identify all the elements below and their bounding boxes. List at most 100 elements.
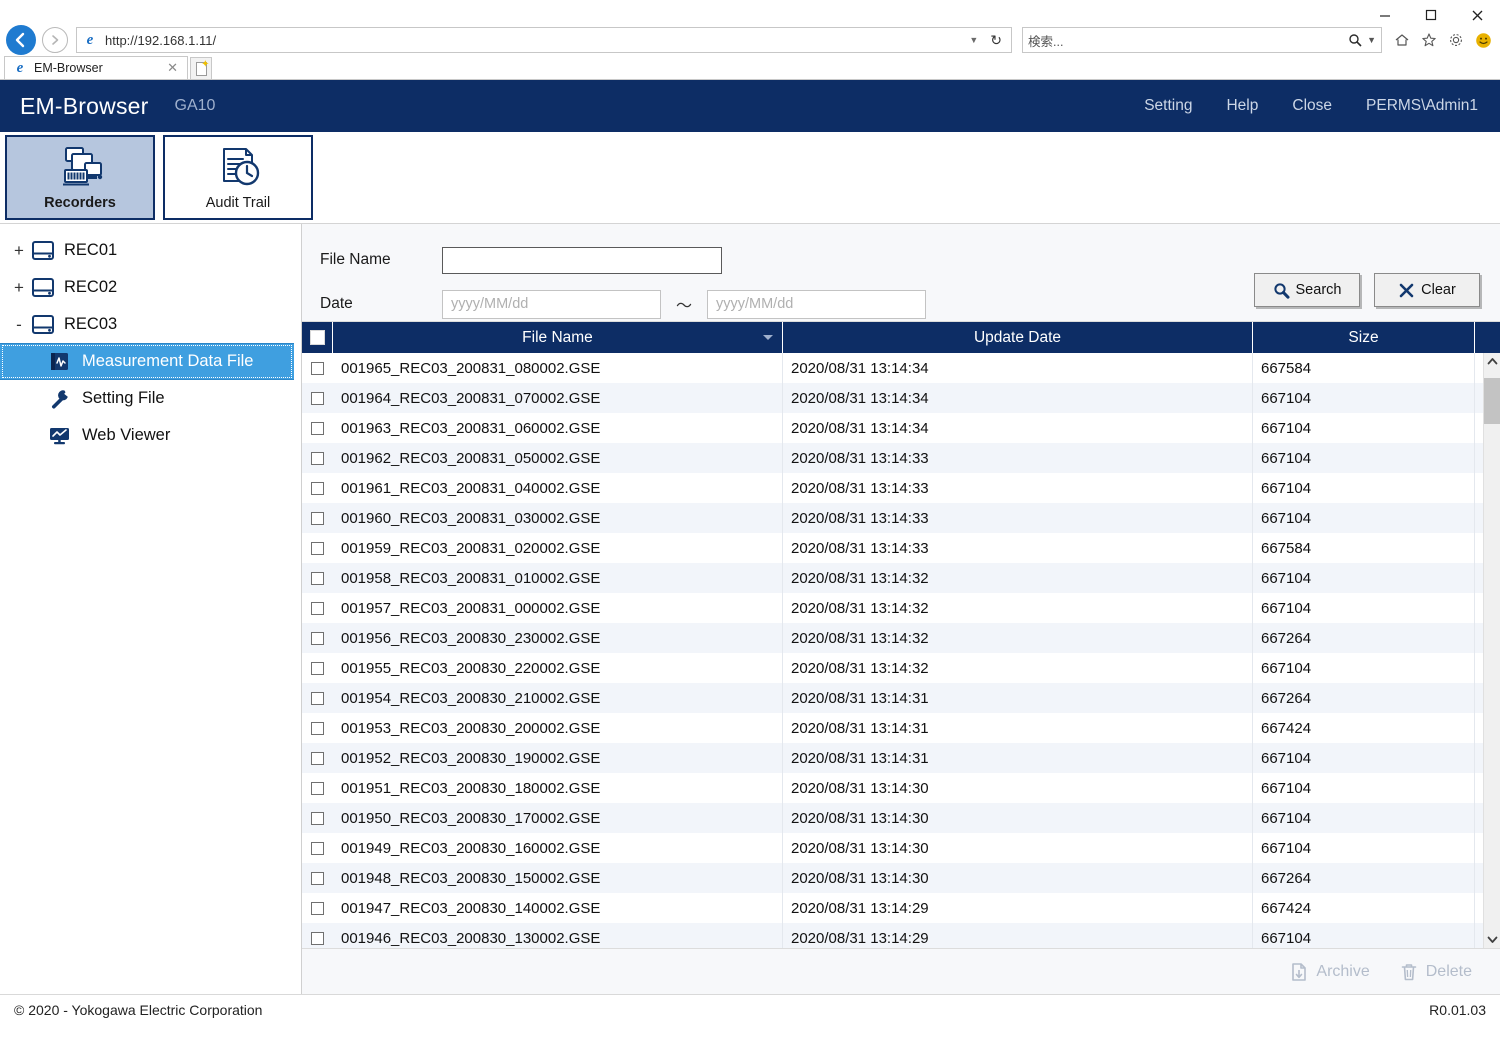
url-input[interactable]: e http://192.168.1.11/ ▼ ↻ <box>76 27 1012 53</box>
minimize-button[interactable] <box>1362 1 1408 29</box>
new-tab-button[interactable]: ✦ <box>190 57 212 79</box>
table-row[interactable]: 001950_REC03_200830_170002.GSE 2020/08/31… <box>302 803 1483 833</box>
sidebar-item-measurement-data-file[interactable]: Measurement Data File <box>0 343 294 380</box>
row-checkbox[interactable] <box>311 451 324 465</box>
ribbon-tab-audit-trail[interactable]: Audit Trail <box>163 135 313 220</box>
browser-search-input[interactable]: 検索... ▼ <box>1022 27 1382 53</box>
row-select-cell[interactable] <box>302 593 333 623</box>
refresh-icon[interactable]: ↻ <box>985 32 1007 49</box>
row-select-cell[interactable] <box>302 443 333 473</box>
row-checkbox[interactable] <box>311 391 324 405</box>
tree-expand-icon[interactable]: + <box>10 241 28 261</box>
date-to-input[interactable] <box>707 289 926 319</box>
select-all-header-cell[interactable] <box>302 322 333 353</box>
scroll-up-icon[interactable] <box>1484 353 1500 370</box>
row-checkbox[interactable] <box>311 361 324 375</box>
search-icon[interactable] <box>1348 33 1362 47</box>
header-user-label[interactable]: PERMS\Admin1 <box>1366 97 1478 115</box>
select-all-checkbox[interactable] <box>309 330 325 345</box>
favorites-star-icon[interactable] <box>1421 32 1437 48</box>
date-from-input[interactable] <box>442 289 661 319</box>
smiley-feedback-icon[interactable] <box>1475 32 1492 49</box>
row-select-cell[interactable] <box>302 533 333 563</box>
header-link-setting[interactable]: Setting <box>1144 97 1192 115</box>
column-header-file-name[interactable]: File Name <box>333 322 783 353</box>
sidebar-node-rec01[interactable]: + REC01 <box>0 232 301 269</box>
table-row[interactable]: 001948_REC03_200830_150002.GSE 2020/08/31… <box>302 863 1483 893</box>
row-select-cell[interactable] <box>302 503 333 533</box>
tree-expand-icon[interactable]: + <box>10 278 28 298</box>
table-row[interactable]: 001954_REC03_200830_210002.GSE 2020/08/31… <box>302 683 1483 713</box>
row-checkbox[interactable] <box>311 811 324 825</box>
header-link-close[interactable]: Close <box>1292 97 1332 115</box>
table-vertical-scrollbar[interactable] <box>1483 353 1500 948</box>
row-select-cell[interactable] <box>302 683 333 713</box>
header-link-help[interactable]: Help <box>1226 97 1258 115</box>
browser-tab[interactable]: e EM-Browser ✕ <box>4 56 188 79</box>
row-checkbox[interactable] <box>311 421 324 435</box>
table-row[interactable]: 001958_REC03_200831_010002.GSE 2020/08/31… <box>302 563 1483 593</box>
row-select-cell[interactable] <box>302 803 333 833</box>
archive-button[interactable]: Archive <box>1290 962 1370 982</box>
row-checkbox[interactable] <box>311 781 324 795</box>
gear-icon[interactable] <box>1448 32 1464 48</box>
forward-arrow-icon[interactable] <box>42 27 68 53</box>
table-row[interactable]: 001956_REC03_200830_230002.GSE 2020/08/31… <box>302 623 1483 653</box>
search-dropdown-icon[interactable]: ▼ <box>1362 35 1376 45</box>
row-checkbox[interactable] <box>311 931 324 945</box>
sidebar-item-web-viewer[interactable]: Web Viewer <box>0 417 301 454</box>
table-row[interactable]: 001952_REC03_200830_190002.GSE 2020/08/31… <box>302 743 1483 773</box>
row-checkbox[interactable] <box>311 691 324 705</box>
row-select-cell[interactable] <box>302 863 333 893</box>
close-window-button[interactable] <box>1454 1 1500 29</box>
delete-button[interactable]: Delete <box>1400 962 1472 982</box>
table-row[interactable]: 001947_REC03_200830_140002.GSE 2020/08/31… <box>302 893 1483 923</box>
row-select-cell[interactable] <box>302 743 333 773</box>
row-checkbox[interactable] <box>311 571 324 585</box>
row-checkbox[interactable] <box>311 751 324 765</box>
back-arrow-icon[interactable] <box>6 25 36 55</box>
row-select-cell[interactable] <box>302 473 333 503</box>
table-row[interactable]: 001953_REC03_200830_200002.GSE 2020/08/31… <box>302 713 1483 743</box>
home-icon[interactable] <box>1394 32 1410 48</box>
table-row[interactable]: 001957_REC03_200831_000002.GSE 2020/08/31… <box>302 593 1483 623</box>
row-checkbox[interactable] <box>311 841 324 855</box>
table-row[interactable]: 001959_REC03_200831_020002.GSE 2020/08/31… <box>302 533 1483 563</box>
ribbon-tab-recorders[interactable]: Recorders <box>5 135 155 220</box>
table-row[interactable]: 001955_REC03_200830_220002.GSE 2020/08/31… <box>302 653 1483 683</box>
table-row[interactable]: 001962_REC03_200831_050002.GSE 2020/08/31… <box>302 443 1483 473</box>
table-row[interactable]: 001951_REC03_200830_180002.GSE 2020/08/31… <box>302 773 1483 803</box>
file-name-input[interactable] <box>442 246 722 274</box>
table-row[interactable]: 001964_REC03_200831_070002.GSE 2020/08/31… <box>302 383 1483 413</box>
maximize-button[interactable] <box>1408 1 1454 29</box>
url-dropdown-icon[interactable]: ▼ <box>962 35 985 45</box>
row-checkbox[interactable] <box>311 601 324 615</box>
sidebar-node-rec02[interactable]: + REC02 <box>0 269 301 306</box>
tree-collapse-icon[interactable]: - <box>10 315 28 335</box>
table-row[interactable]: 001960_REC03_200831_030002.GSE 2020/08/31… <box>302 503 1483 533</box>
row-select-cell[interactable] <box>302 563 333 593</box>
scroll-down-icon[interactable] <box>1484 931 1500 948</box>
table-row[interactable]: 001946_REC03_200830_130002.GSE 2020/08/31… <box>302 923 1483 948</box>
row-select-cell[interactable] <box>302 623 333 653</box>
row-checkbox[interactable] <box>311 661 324 675</box>
table-row[interactable]: 001949_REC03_200830_160002.GSE 2020/08/31… <box>302 833 1483 863</box>
row-checkbox[interactable] <box>311 511 324 525</box>
scrollbar-track[interactable] <box>1483 370 1500 931</box>
row-checkbox[interactable] <box>311 901 324 915</box>
sidebar-node-rec03[interactable]: - REC03 <box>0 306 301 343</box>
table-row[interactable]: 001961_REC03_200831_040002.GSE 2020/08/31… <box>302 473 1483 503</box>
row-checkbox[interactable] <box>311 481 324 495</box>
row-select-cell[interactable] <box>302 833 333 863</box>
scrollbar-thumb[interactable] <box>1483 378 1500 424</box>
row-select-cell[interactable] <box>302 413 333 443</box>
column-header-update-date[interactable]: Update Date <box>783 322 1253 353</box>
row-select-cell[interactable] <box>302 353 333 383</box>
row-checkbox[interactable] <box>311 541 324 555</box>
clear-button[interactable]: Clear <box>1374 273 1480 307</box>
row-select-cell[interactable] <box>302 893 333 923</box>
row-select-cell[interactable] <box>302 653 333 683</box>
row-select-cell[interactable] <box>302 923 333 948</box>
sidebar-item-setting-file[interactable]: Setting File <box>0 380 301 417</box>
column-header-size[interactable]: Size <box>1253 322 1475 353</box>
